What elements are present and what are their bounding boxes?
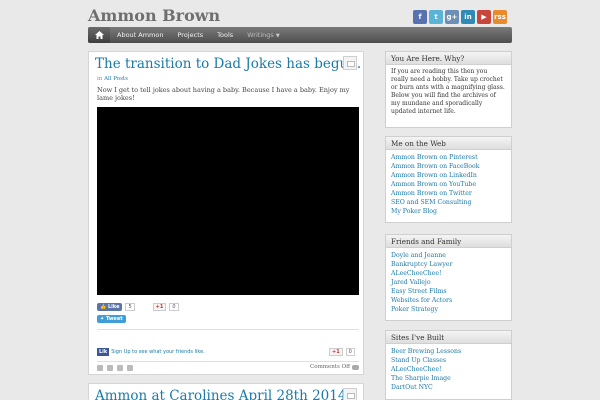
widget-about: You Are Here. Why? If you are reading th…	[385, 51, 512, 128]
gplus-button[interactable]: +1	[152, 303, 167, 311]
facebook-like-button[interactable]: 👍 Like	[97, 303, 123, 311]
link-youtube[interactable]: Ammon Brown on YouTube	[391, 180, 506, 189]
nav-item-projects[interactable]: Projects	[171, 31, 211, 39]
link-site[interactable]: DartOut NYC	[391, 383, 506, 392]
nav-item-writings-label: Writings	[247, 31, 274, 39]
widget-title: You Are Here. Why?	[386, 52, 511, 65]
link-twitter[interactable]: Ammon Brown on Twitter	[391, 189, 506, 198]
fb-signup-link[interactable]: Sign Up to see what your friends like.	[111, 349, 205, 355]
post-title[interactable]: The transition to Dad Jokes has begun.	[95, 56, 361, 72]
comment-icon	[352, 364, 359, 370]
post-category-link[interactable]: All Posts	[104, 76, 128, 82]
googleplus-small-icon[interactable]	[117, 365, 123, 371]
gplus-count: 0	[169, 303, 179, 311]
link-friend[interactable]: Jared Vallejo	[391, 278, 506, 287]
like-label: Like	[107, 304, 120, 310]
link-site[interactable]: Beer Brewing Lessons	[391, 347, 506, 356]
divider	[97, 361, 359, 362]
linkedin-small-icon[interactable]	[127, 365, 133, 371]
post-title[interactable]: Ammon at Carolines April 28th 2014	[95, 388, 346, 400]
social-icons: f t g+ in ▶ rss	[413, 10, 507, 24]
like-count: 5	[125, 303, 135, 311]
link-friend[interactable]: Websites for Actors	[391, 296, 506, 305]
tweet-row: ✦ Tweet	[97, 315, 126, 323]
facebook-small-icon[interactable]	[97, 365, 103, 371]
link-poker-blog[interactable]: My Poker Blog	[391, 207, 506, 216]
widget-title: Me on the Web	[386, 137, 511, 150]
widget-friends: Friends and Family Doyle and Jeanne Bank…	[385, 234, 512, 321]
divider	[97, 329, 359, 330]
home-icon	[94, 31, 104, 39]
link-friend[interactable]: Bankruptcy Lawyer	[391, 260, 506, 269]
twitter-small-icon[interactable]	[107, 365, 113, 371]
thumbs-up-icon: 👍	[100, 304, 107, 310]
post-meta-prefix: in	[97, 76, 103, 82]
post-card: Ammon at Carolines April 28th 2014	[88, 383, 364, 400]
widget-built: Sites I've Built Beer Brewing Lessons St…	[385, 330, 512, 400]
nav-item-about[interactable]: About Ammon	[110, 31, 171, 39]
post-card: The transition to Dad Jokes has begun. i…	[88, 51, 364, 375]
comment-count-icon[interactable]	[343, 56, 357, 70]
link-friend[interactable]: ALeeCheeChee!	[391, 269, 506, 278]
video-embed[interactable]	[97, 107, 359, 295]
post-footer-icons	[97, 365, 133, 371]
gplus-right: +1 0	[329, 348, 355, 356]
main-nav: About Ammon Projects Tools Writings ▼	[88, 27, 512, 43]
rss-icon[interactable]: rss	[493, 10, 507, 24]
tweet-button[interactable]: ✦ Tweet	[97, 315, 126, 323]
post-meta: in All Posts	[97, 76, 128, 82]
link-seo[interactable]: SEO and SEM Consulting	[391, 198, 506, 207]
widget-text: If you are reading this then you really …	[391, 68, 505, 115]
nav-item-writings[interactable]: Writings ▼	[240, 31, 287, 39]
link-site[interactable]: ALeeCheeChee!	[391, 365, 506, 374]
chevron-down-icon: ▼	[275, 33, 280, 39]
widget-web: Me on the Web Ammon Brown on Pinterest A…	[385, 136, 512, 223]
gplus-count-2: 0	[345, 348, 355, 356]
facebook-like-box-button[interactable]: Lik	[97, 348, 110, 356]
post-excerpt: Now I get to tell jokes about having a b…	[97, 86, 350, 102]
tweet-label: Tweet	[105, 316, 123, 322]
facebook-icon[interactable]: f	[413, 10, 427, 24]
gplus-button-2[interactable]: +1	[329, 348, 343, 356]
home-button[interactable]	[88, 27, 110, 43]
twitter-icon[interactable]: t	[429, 10, 443, 24]
nav-item-tools[interactable]: Tools	[210, 31, 240, 39]
googleplus-icon[interactable]: g+	[445, 10, 459, 24]
share-row: 👍 Like 5 +1 0	[97, 303, 179, 311]
link-facebook[interactable]: Ammon Brown on FaceBook	[391, 162, 506, 171]
linkedin-icon[interactable]: in	[461, 10, 475, 24]
link-linkedin[interactable]: Ammon Brown on LinkedIn	[391, 171, 506, 180]
link-friend[interactable]: Doyle and Jeanne	[391, 251, 506, 260]
link-friend[interactable]: Poker Strategy	[391, 305, 506, 314]
facebook-social-plugin: Lik Sign Up to see what your friends lik…	[97, 348, 205, 356]
link-site[interactable]: Stand Up Classes	[391, 356, 506, 365]
link-pinterest[interactable]: Ammon Brown on Pinterest	[391, 153, 506, 162]
twitter-bird-icon: ✦	[100, 316, 105, 322]
link-site[interactable]: The Sharpie Image	[391, 374, 506, 383]
site-title[interactable]: Ammon Brown	[88, 6, 220, 25]
comments-status: Comments Off	[310, 364, 359, 370]
widget-title: Sites I've Built	[386, 331, 511, 344]
youtube-icon[interactable]: ▶	[477, 10, 491, 24]
comment-count-icon[interactable]	[343, 388, 357, 400]
comments-off-label: Comments Off	[310, 364, 350, 370]
link-friend[interactable]: Easy Street Films	[391, 287, 506, 296]
widget-title: Friends and Family	[386, 235, 511, 248]
